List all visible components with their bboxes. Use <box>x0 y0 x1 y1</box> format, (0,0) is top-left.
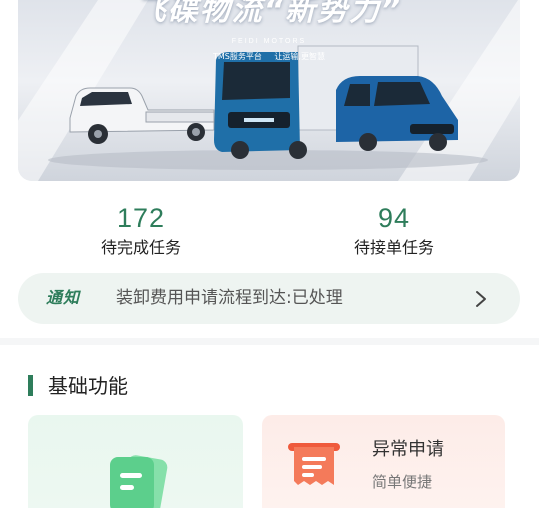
white-truck-image <box>69 87 215 144</box>
dashboard-top-card: 飞碟物流“新势力” FEIDI MOTORS TMS服务平台 让运输,更智慧 1… <box>0 0 539 338</box>
function-card-exception-apply[interactable]: 异常申请 简单便捷 <box>262 415 505 508</box>
promo-banner[interactable]: 飞碟物流“新势力” FEIDI MOTORS TMS服务平台 让运输,更智慧 <box>18 0 520 181</box>
receipt-icon <box>288 443 340 485</box>
document-icon <box>110 455 168 508</box>
function-card-documents[interactable] <box>28 415 243 508</box>
stat-label: 待接单任务 <box>353 238 434 257</box>
section-title: 基础功能 <box>48 374 128 398</box>
function-card-title: 异常申请 <box>372 439 444 460</box>
stat-value: 94 <box>377 203 411 233</box>
stat-label: 待完成任务 <box>100 238 181 257</box>
stat-pending-tasks[interactable]: 172 待完成任务 <box>11 200 271 260</box>
stat-value: 172 <box>116 203 166 233</box>
banner-headline: 飞碟物流“新势力” <box>135 0 403 28</box>
section-accent-bar <box>28 375 33 396</box>
basic-functions-section: 基础功能 异常申请 简单便捷 <box>0 345 539 508</box>
notice-bar[interactable]: 通知 装卸费用申请流程到达:已处理 <box>18 273 520 324</box>
chevron-right-icon[interactable] <box>474 290 488 308</box>
stat-waiting-orders[interactable]: 94 待接单任务 <box>264 200 524 260</box>
notice-tag: 通知 <box>46 288 81 307</box>
banner-slogan: TMS服务平台 让运输,更智慧 <box>213 52 325 61</box>
notice-text: 装卸费用申请流程到达:已处理 <box>116 288 343 308</box>
blue-van-image <box>336 76 458 151</box>
banner-brand: FEIDI MOTORS <box>231 38 307 45</box>
function-card-subtitle: 简单便捷 <box>372 473 433 491</box>
